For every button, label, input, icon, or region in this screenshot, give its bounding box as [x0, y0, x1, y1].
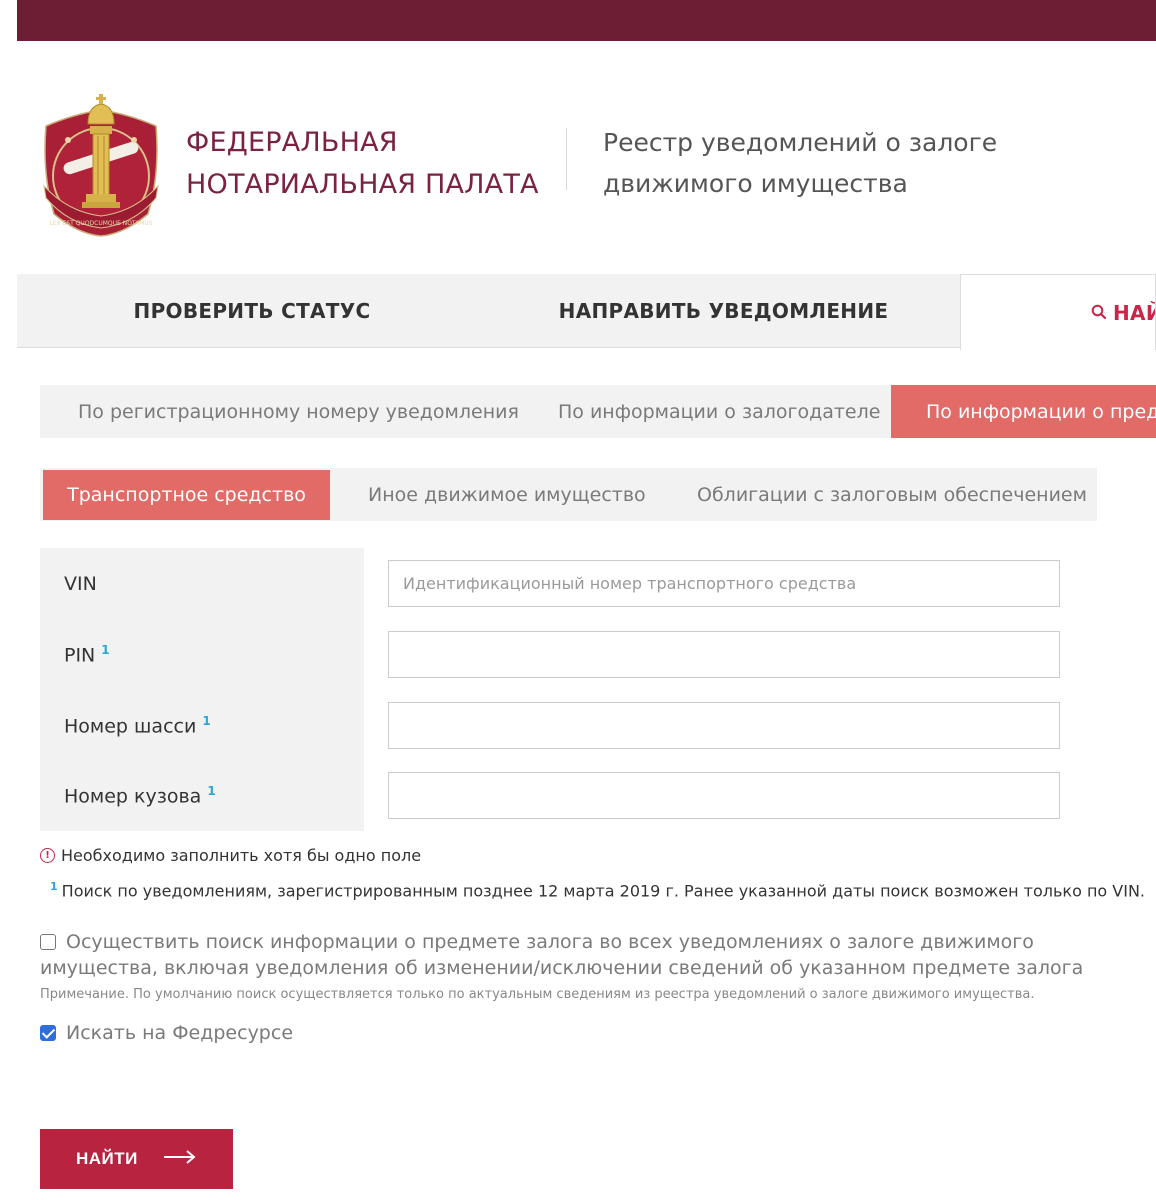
chassis-label-text: Номер шасси: [64, 715, 197, 738]
fedresurs-option: Искать на Федресурсе: [40, 1022, 293, 1044]
vin-label-text: VIN: [64, 573, 97, 595]
footnote-mark: 1: [207, 784, 216, 798]
pin-label-text: PIN: [64, 644, 96, 667]
all-notices-checkbox-label[interactable]: Осуществить поиск информации о предмете …: [40, 931, 1083, 979]
vin-label: VIN: [64, 573, 97, 595]
footnote: 1 Поиск по уведомлениям, зарегистрированн…: [50, 880, 1145, 900]
search-mode-tabs: По регистрационному номеру уведомления П…: [40, 385, 1156, 438]
tab-send-notice-label: НАПРАВИТЬ УВЕДОМЛЕНИЕ: [558, 298, 889, 323]
tab-by-pledge-subject[interactable]: По информации о предмете залога: [891, 385, 1156, 438]
property-category-tabs: Транспортное средство Иное движимое имущ…: [40, 468, 1097, 521]
all-notices-option: Осуществить поиск информации о предмете …: [40, 929, 1130, 981]
tab-secured-bonds[interactable]: Облигации с залоговым обеспечением: [697, 470, 1087, 520]
footnote-mark: 1: [101, 643, 110, 657]
info-icon: !: [40, 848, 55, 863]
main-tabs: ПРОВЕРИТЬ СТАТУС НАПРАВИТЬ УВЕДОМЛЕНИЕ Н…: [17, 274, 1156, 350]
tab-send-notice[interactable]: НАПРАВИТЬ УВЕДОМЛЕНИЕ: [487, 274, 960, 348]
notary-emblem-icon: LEX EST QUODCUMQUE NOTAMUS: [38, 74, 164, 240]
org-name: ФЕДЕРАЛЬНАЯ НОТАРИАЛЬНАЯ ПАЛАТА: [186, 122, 546, 206]
pin-label: PIN 1: [64, 643, 110, 666]
footnote-text: Поиск по уведомлениям, зарегистрированны…: [61, 881, 1146, 901]
tab-check-status-label: ПРОВЕРИТЬ СТАТУС: [133, 298, 371, 323]
header-divider: [566, 128, 567, 190]
arrow-right-icon: [163, 1149, 196, 1169]
svg-text:LEX EST QUODCUMQUE NOTAMUS: LEX EST QUODCUMQUE NOTAMUS: [49, 220, 152, 227]
footnote-mark: 1: [202, 714, 211, 728]
tab-other-property[interactable]: Иное движимое имущество: [368, 470, 646, 520]
registry-title-line2: движимого имущества: [603, 169, 908, 198]
registry-title-line1: Реестр уведомлений о залоге: [603, 128, 998, 157]
tab-by-pledgor[interactable]: По информации о залогодателе: [558, 385, 880, 438]
all-notices-checkbox[interactable]: [40, 934, 56, 950]
tab-vehicle[interactable]: Транспортное средство: [43, 470, 330, 520]
chassis-label: Номер шасси 1: [64, 714, 211, 737]
fedresurs-checkbox-label[interactable]: Искать на Федресурсе: [66, 1022, 293, 1044]
default-search-note: Примечание. По умолчанию поиск осуществл…: [40, 987, 1035, 1002]
required-notice: ! Необходимо заполнить хотя бы одно поле: [40, 846, 421, 865]
registry-title: Реестр уведомлений о залоге движимого им…: [603, 122, 1123, 204]
fedresurs-checkbox[interactable]: [40, 1025, 56, 1041]
find-button[interactable]: НАЙТИ: [40, 1129, 233, 1189]
chassis-number-input[interactable]: [388, 702, 1060, 749]
find-button-label: НАЙТИ: [76, 1149, 138, 1168]
tab-by-reg-number[interactable]: По регистрационному номеру уведомления: [78, 385, 519, 438]
vin-input[interactable]: [388, 560, 1060, 607]
top-bar: [17, 0, 1156, 41]
tab-check-status[interactable]: ПРОВЕРИТЬ СТАТУС: [17, 274, 487, 348]
pin-input[interactable]: [388, 631, 1060, 678]
search-icon: [1091, 301, 1107, 325]
tab-search-registry-label: НАЙТИ В РЕЕСТРЕ: [1113, 300, 1155, 325]
org-name-line2: НОТАРИАЛЬНАЯ ПАЛАТА: [186, 169, 539, 200]
body-number-label: Номер кузова 1: [64, 784, 216, 807]
field-labels-column: VIN PIN 1 Номер шасси 1 Номер кузова 1: [40, 548, 364, 831]
tab-search-registry[interactable]: НАЙТИ В РЕЕСТРЕ: [960, 274, 1156, 350]
required-notice-text: Необходимо заполнить хотя бы одно поле: [61, 846, 422, 865]
body-number-input[interactable]: [388, 772, 1060, 819]
footnote-mark: 1: [50, 880, 58, 893]
org-name-line1: ФЕДЕРАЛЬНАЯ: [186, 127, 398, 158]
body-number-label-text: Номер кузова: [64, 785, 202, 808]
